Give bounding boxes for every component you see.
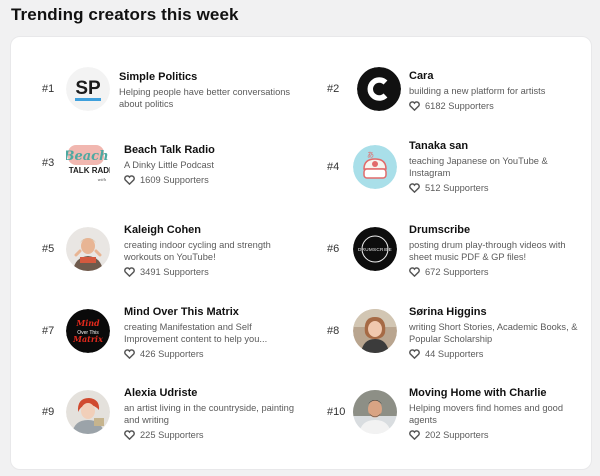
- beach-talk-radio-logo-avatar[interactable]: Beach TALK RADI with: [66, 141, 110, 185]
- creator-description: Helping movers find homes and good agent…: [409, 403, 564, 425]
- creator-item-mind-over-this-matrix[interactable]: #7 Mind Over This Matrix Mind Over This …: [42, 306, 304, 371]
- svg-text:DRUMSCRIBE: DRUMSCRIBE: [358, 247, 392, 252]
- drumscribe-logo-avatar[interactable]: DRUMSCRIBE: [353, 227, 397, 271]
- trending-creators-card: #1 SP Simple Politics Helping people hav…: [10, 36, 592, 470]
- creator-rank: #6: [327, 243, 340, 255]
- svg-text:Beach: Beach: [66, 149, 109, 164]
- svg-text:with: with: [98, 177, 107, 182]
- creator-name[interactable]: Beach Talk Radio: [124, 143, 304, 157]
- creator-name[interactable]: Tanaka san: [409, 139, 589, 153]
- creator-rank: #2: [327, 83, 340, 95]
- creator-description: creating Manifestation and Self Improvem…: [124, 322, 268, 344]
- svg-text:SP: SP: [75, 78, 101, 99]
- creator-description: creating indoor cycling and strength wor…: [124, 240, 271, 262]
- creator-name[interactable]: Moving Home with Charlie: [409, 386, 589, 400]
- svg-text:あ: あ: [367, 151, 374, 159]
- creator-rank: #7: [42, 325, 55, 337]
- creator-description: Helping people have better conversations…: [119, 87, 291, 109]
- supporters-count: 3491 Supporters: [124, 266, 304, 278]
- supporters-count: 1609 Supporters: [124, 174, 304, 186]
- creator-item-drumscribe[interactable]: #6 DRUMSCRIBE Drumscribe posting drum pl…: [327, 224, 589, 289]
- heart-icon: [124, 175, 135, 185]
- cara-logo-avatar[interactable]: [357, 67, 401, 111]
- creator-description: an artist living in the countryside, pai…: [124, 403, 295, 425]
- creator-description: writing Short Stories, Academic Books, &…: [409, 322, 578, 344]
- creator-item-moving-home-charlie[interactable]: #10 Moving Home with Charlie Helping mov…: [327, 387, 589, 452]
- sorina-higgins-photo-avatar[interactable]: [353, 309, 397, 353]
- creator-name[interactable]: Cara: [409, 69, 589, 83]
- creator-item-alexia-udriste[interactable]: #9 Alexia Udriste an artist living in th…: [42, 387, 304, 452]
- kaleigh-cohen-photo-avatar[interactable]: [66, 227, 110, 271]
- supporters-count: 44 Supporters: [409, 348, 589, 360]
- creator-description: teaching Japanese on YouTube & Instagram: [409, 156, 548, 178]
- supporters-count: 225 Supporters: [124, 429, 304, 441]
- heart-icon: [409, 430, 420, 440]
- creator-name[interactable]: Kaleigh Cohen: [124, 223, 304, 237]
- simple-politics-logo-avatar[interactable]: SP: [66, 67, 110, 111]
- supporters-count: 512 Supporters: [409, 182, 589, 194]
- svg-text:Mind: Mind: [75, 318, 100, 328]
- creator-rank: #10: [327, 406, 346, 418]
- svg-text:TALK RADI: TALK RADI: [69, 166, 110, 175]
- creator-rank: #1: [42, 83, 55, 95]
- creator-item-kaleigh-cohen[interactable]: #5 Kaleigh Cohen creating indoor cycling…: [42, 224, 304, 289]
- supporters-count: 202 Supporters: [409, 429, 589, 441]
- creator-rank: #3: [42, 157, 55, 169]
- alexia-udriste-photo-avatar[interactable]: [66, 390, 110, 434]
- creator-name[interactable]: Drumscribe: [409, 223, 589, 237]
- creator-name[interactable]: Alexia Udriste: [124, 386, 304, 400]
- heart-icon: [124, 267, 135, 277]
- svg-text:Matrix: Matrix: [72, 334, 103, 344]
- section-heading: Trending creators this week: [11, 5, 239, 24]
- heart-icon: [409, 349, 420, 359]
- creator-rank: #9: [42, 406, 55, 418]
- supporters-count: 672 Supporters: [409, 266, 589, 278]
- creator-item-beach-talk-radio[interactable]: #3 Beach TALK RADI with Beach Talk Radio…: [42, 141, 302, 203]
- supporters-count: 426 Supporters: [124, 348, 304, 360]
- moving-home-charlie-photo-avatar[interactable]: [353, 390, 397, 434]
- creator-rank: #5: [42, 243, 55, 255]
- creator-item-sorina-higgins[interactable]: #8 Sørina Higgins writing Short Stories,…: [327, 306, 589, 371]
- heart-icon: [409, 101, 420, 111]
- page: Trending creators this week #1 SP Simple…: [0, 0, 600, 476]
- mind-over-this-matrix-logo-avatar[interactable]: Mind Over This Matrix: [66, 309, 110, 353]
- creator-name[interactable]: Simple Politics: [119, 70, 299, 84]
- supporters-count: 6182 Supporters: [409, 100, 589, 112]
- creator-name[interactable]: Mind Over This Matrix: [124, 305, 304, 319]
- creator-item-cara[interactable]: #2 Cara building a new platform for arti…: [327, 67, 587, 129]
- creator-description: building a new platform for artists: [409, 86, 546, 96]
- heart-icon: [124, 430, 135, 440]
- creator-description: posting drum play-through videos with sh…: [409, 240, 566, 262]
- heart-icon: [409, 183, 420, 193]
- tanaka-san-avatar[interactable]: あ: [353, 145, 397, 189]
- creator-description: A Dinky Little Podcast: [124, 160, 214, 170]
- heart-icon: [124, 349, 135, 359]
- heart-icon: [409, 267, 420, 277]
- creator-rank: #4: [327, 161, 340, 173]
- creator-item-simple-politics[interactable]: #1 SP Simple Politics Helping people hav…: [42, 67, 302, 129]
- creator-item-tanaka-san[interactable]: #4 あ Tanaka san teaching Japanese on You…: [327, 140, 589, 207]
- creator-name[interactable]: Sørina Higgins: [409, 305, 589, 319]
- creator-rank: #8: [327, 325, 340, 337]
